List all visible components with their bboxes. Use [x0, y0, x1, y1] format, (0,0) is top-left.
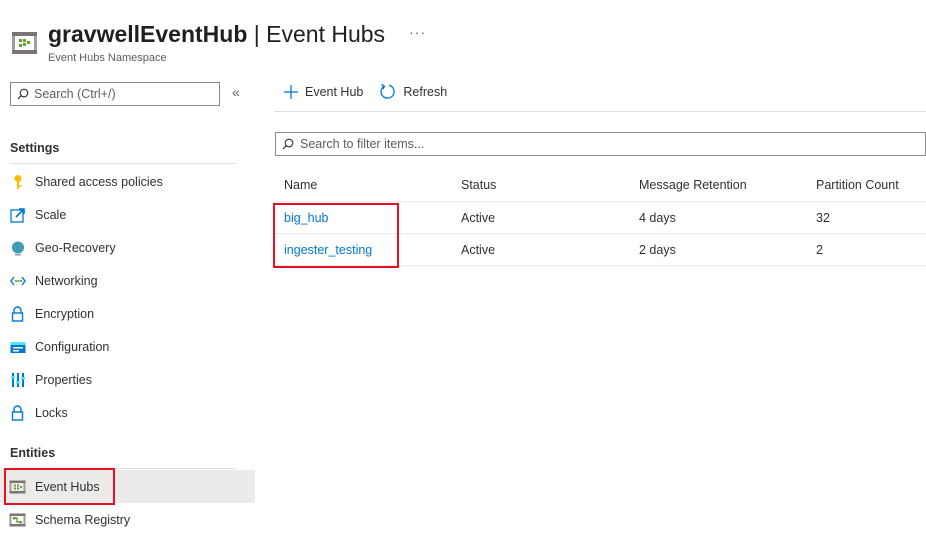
table-row: ingester_testing Active 2 days 2	[275, 234, 926, 266]
page-header: gravwellEventHub | Event Hubs Event Hubs…	[0, 0, 926, 72]
search-icon	[17, 88, 29, 100]
schema-registry-icon	[9, 511, 26, 528]
table-row: big_hub Active 4 days 32	[275, 202, 926, 234]
sidebar-item-geo-recovery[interactable]: Geo-Recovery	[0, 231, 255, 264]
page-subtitle: Event Hubs Namespace	[48, 52, 167, 64]
sidebar-item-schema-registry[interactable]: Schema Registry	[0, 503, 255, 536]
scale-icon	[9, 206, 26, 223]
resource-menu: Search (Ctrl+/) « Settings Shared access…	[0, 72, 256, 550]
key-icon	[9, 173, 26, 190]
column-header-name[interactable]: Name	[284, 168, 317, 201]
status-cell: Active	[461, 210, 496, 225]
sidebar-item-shared-access-policies[interactable]: Shared access policies	[0, 165, 255, 198]
sidebar-item-properties[interactable]: Properties	[0, 363, 255, 396]
sidebar-item-label: Properties	[35, 372, 92, 387]
section-title-settings: Settings	[10, 141, 60, 155]
status-cell: Active	[461, 242, 496, 257]
event-hubs-namespace-icon	[11, 31, 38, 55]
message-retention-cell: 2 days	[639, 242, 676, 257]
resource-name: gravwellEventHub	[48, 21, 248, 47]
filter-placeholder: Search to filter items...	[300, 137, 425, 151]
sidebar-item-configuration[interactable]: Configuration	[0, 330, 255, 363]
event-hub-link[interactable]: big_hub	[284, 202, 329, 233]
menu-search-placeholder: Search (Ctrl+/)	[34, 87, 116, 101]
partition-count-cell: 32	[816, 210, 830, 225]
sidebar-item-locks[interactable]: Locks	[0, 396, 255, 429]
sidebar-item-label: Event Hubs	[35, 479, 100, 494]
main-content: Event Hub Refresh Search to filter items…	[256, 72, 926, 550]
configuration-icon	[9, 338, 26, 355]
event-hubs-table: Name Status Message Retention Partition …	[275, 168, 926, 266]
column-header-partition-count[interactable]: Partition Count	[816, 168, 899, 201]
section-divider	[10, 163, 235, 164]
column-header-message-retention[interactable]: Message Retention	[639, 168, 747, 201]
sidebar-item-label: Scale	[35, 207, 67, 222]
title-separator: |	[247, 21, 267, 47]
menu-search-input[interactable]: Search (Ctrl+/)	[10, 82, 220, 106]
plus-icon	[284, 84, 298, 99]
collapse-menu-button[interactable]: «	[232, 84, 240, 100]
section-title-entities: Entities	[10, 446, 56, 460]
lock-icon	[9, 404, 26, 421]
add-event-hub-label: Event Hub	[305, 84, 364, 99]
page-title: gravwellEventHub | Event Hubs	[48, 21, 385, 48]
page-name: Event Hubs	[266, 21, 386, 47]
event-hub-link[interactable]: ingester_testing	[284, 234, 372, 265]
sidebar-item-label: Geo-Recovery	[35, 240, 116, 255]
sidebar-item-label: Locks	[35, 405, 68, 420]
message-retention-cell: 4 days	[639, 210, 676, 225]
partition-count-cell: 2	[816, 242, 823, 257]
column-header-status[interactable]: Status	[461, 168, 496, 201]
refresh-icon	[380, 83, 396, 99]
section-divider	[10, 468, 235, 469]
table-header: Name Status Message Retention Partition …	[275, 168, 926, 202]
filter-items-input[interactable]: Search to filter items...	[275, 132, 926, 156]
refresh-button[interactable]: Refresh	[379, 83, 447, 100]
command-bar: Event Hub Refresh	[274, 72, 926, 112]
sidebar-item-event-hubs[interactable]: Event Hubs	[0, 470, 255, 503]
sidebar-item-encryption[interactable]: Encryption	[0, 297, 255, 330]
add-event-hub-button[interactable]: Event Hub	[284, 84, 364, 99]
sidebar-item-label: Configuration	[35, 339, 110, 354]
sidebar-item-scale[interactable]: Scale	[0, 198, 255, 231]
properties-icon	[9, 371, 26, 388]
sidebar-item-label: Schema Registry	[35, 512, 131, 527]
networking-icon	[9, 272, 26, 289]
lock-icon	[9, 305, 26, 322]
sidebar-item-label: Encryption	[35, 306, 95, 321]
event-hubs-icon	[9, 478, 26, 495]
sidebar-item-networking[interactable]: Networking	[0, 264, 255, 297]
globe-icon	[9, 239, 26, 256]
sidebar-item-label: Shared access policies	[35, 174, 163, 189]
search-icon	[282, 138, 294, 150]
refresh-label: Refresh	[403, 84, 448, 99]
more-options-button[interactable]: ···	[409, 24, 426, 40]
sidebar-item-label: Networking	[35, 273, 98, 288]
